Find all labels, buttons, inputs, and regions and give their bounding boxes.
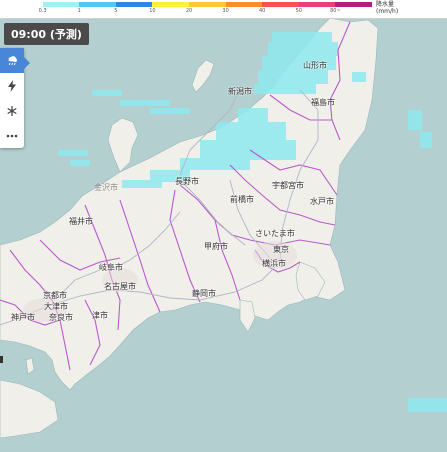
city-label-fukushima: 福島市 xyxy=(311,98,335,107)
legend-swatch xyxy=(42,2,80,7)
city-label-tokyo: 東京 xyxy=(273,245,289,254)
city-label-kanazawa: 金沢市 xyxy=(94,183,118,192)
precipitation-legend: 0.3 1 5 10 20 30 40 50 80~ 降水量 (mm/h) xyxy=(0,0,447,19)
legend-swatch xyxy=(6,2,43,7)
city-label-nara: 奈良市 xyxy=(49,313,73,322)
map-edge-marker xyxy=(0,356,3,363)
city-label-saitama: さいたま市 xyxy=(255,229,295,238)
city-label-yokohama: 横浜市 xyxy=(262,259,286,268)
layer-toolbar xyxy=(0,48,24,148)
forecast-time-badge: 09:00 (予測) xyxy=(4,23,89,45)
legend-unit: 降水量 (mm/h) xyxy=(376,1,398,15)
legend-swatch xyxy=(225,2,263,7)
lightning-layer-button[interactable] xyxy=(0,73,24,98)
city-label-maebashi: 前橋市 xyxy=(230,195,254,204)
map[interactable] xyxy=(0,0,447,452)
legend-tick-label: 0.3 xyxy=(38,8,47,14)
legend-color-scale xyxy=(6,2,372,7)
active-layer-pointer xyxy=(24,57,30,69)
legend-swatch xyxy=(335,2,372,7)
city-label-shizuoka: 静岡市 xyxy=(192,289,216,298)
city-label-gifu: 岐阜市 xyxy=(99,263,123,272)
rain-layer-button[interactable] xyxy=(0,48,24,73)
city-label-niigata: 新潟市 xyxy=(228,87,252,96)
legend-tick-label: 20 xyxy=(185,8,193,14)
legend-tick-label: 10 xyxy=(149,8,156,14)
legend-swatch xyxy=(262,2,299,7)
snow-layer-button[interactable] xyxy=(0,98,24,123)
legend-tick-label: 40 xyxy=(259,8,266,14)
legend-tick-label: 50 xyxy=(295,8,302,14)
city-label-kofu: 甲府市 xyxy=(204,242,228,251)
legend-swatch xyxy=(79,2,116,7)
legend-tick-label: 30 xyxy=(222,8,229,14)
legend-swatch xyxy=(188,2,226,7)
legend-tick-label: 80~ xyxy=(330,8,341,14)
city-label-kobe: 神戸市 xyxy=(11,313,35,322)
legend-swatch xyxy=(152,2,189,7)
city-label-tsu: 津市 xyxy=(92,311,108,320)
legend-tick-label: 1 xyxy=(77,8,81,14)
city-label-utsunomiya: 宇都宮市 xyxy=(272,181,304,190)
rain-cloud-icon xyxy=(8,55,18,65)
legend-unit-title: 降水量 xyxy=(376,1,395,8)
city-label-fukui: 福井市 xyxy=(69,217,93,226)
more-options-button[interactable] xyxy=(0,123,24,148)
legend-swatch xyxy=(298,2,336,7)
legend-unit-label: (mm/h) xyxy=(376,8,399,15)
city-label-mito: 水戸市 xyxy=(310,197,334,206)
more-icon xyxy=(6,134,18,137)
city-label-nagano: 長野市 xyxy=(175,177,199,186)
city-label-nagoya: 名古屋市 xyxy=(104,282,136,291)
city-label-yamagata: 山形市 xyxy=(303,61,327,70)
legend-swatch xyxy=(115,2,153,7)
lightning-icon xyxy=(8,79,16,92)
city-label-otsu: 大津市 xyxy=(44,302,68,311)
city-label-kyoto: 京都市 xyxy=(43,291,67,300)
snow-icon xyxy=(7,105,17,116)
legend-tick-label: 5 xyxy=(114,8,118,14)
